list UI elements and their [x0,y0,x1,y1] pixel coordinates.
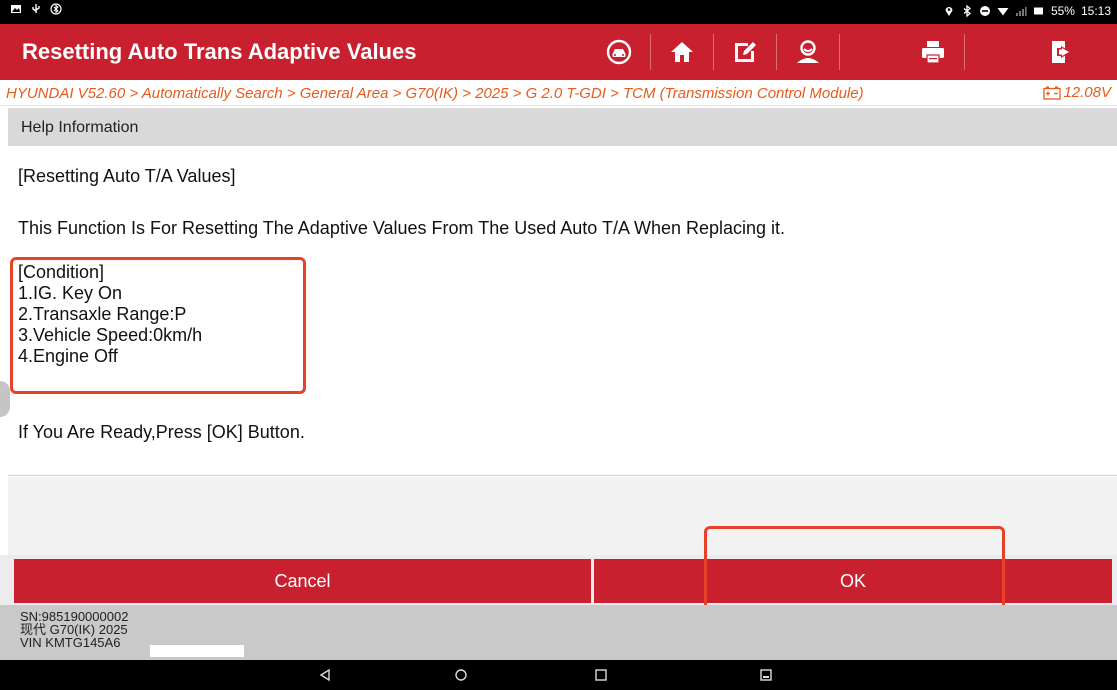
cancel-button[interactable]: Cancel [14,559,591,603]
system-navigation-bar [0,660,1117,690]
status-left-icons [10,3,62,15]
voltage-value: 12.08V [1063,84,1111,101]
do-not-disturb-icon [979,6,990,16]
recents-button[interactable] [590,666,612,684]
help-description: This Function Is For Resetting The Adapt… [18,218,786,238]
print-icon [922,41,944,64]
system-status-bar: 55% 15:13 [0,0,1117,24]
vin-number: VIN KMTG145A6 [20,635,121,650]
exit-button[interactable] [1030,24,1092,80]
car-diagnostic-icon [606,39,632,65]
clock: 15:13 [1080,4,1111,18]
toolbar-divider [839,34,840,70]
help-heading: [Resetting Auto T/A Values] [18,166,236,186]
device-info: SN:985190000002 现代 G70(IK) 2025 VIN KMTG… [0,605,1117,660]
edit-report-button[interactable] [714,24,776,80]
home-icon [671,42,693,62]
exit-icon [1052,41,1071,63]
help-header: Help Information [8,108,1117,146]
battery-voltage: 12.08V [1043,84,1111,101]
car-battery-icon [1043,86,1062,100]
location-icon [945,7,953,16]
bluetooth-icon [963,5,971,17]
circle-home-icon [455,669,467,681]
edit-icon [735,42,756,62]
breadcrumb: HYUNDAI V52.60 > Automatically Search > … [6,85,864,102]
image-notification-icon [11,5,21,13]
home-nav-button[interactable] [450,666,472,684]
help-header-label: Help Information [21,119,139,136]
help-content[interactable]: [Resetting Auto T/A Values] This Functio… [8,146,1117,476]
battery-icon [1033,7,1043,15]
bluetooth-circle-icon [50,3,62,15]
user-icon [797,40,819,63]
screenshot-icon [760,669,772,681]
car-diagnostic-button[interactable] [588,24,650,80]
condition-highlight-box [10,257,306,394]
title-bar: Resetting Auto Trans Adaptive Values [0,24,1117,80]
home-button[interactable] [651,24,713,80]
recents-icon [595,669,607,681]
screenshot-button[interactable] [755,666,777,684]
status-right-icons: 55% 15:13 [943,4,1111,18]
print-button[interactable] [902,24,964,80]
side-drawer-handle[interactable] [0,381,10,417]
wifi-icon [997,8,1009,16]
usb-icon [32,4,40,13]
toolbar-divider [964,34,965,70]
back-icon [319,668,330,682]
help-prompt: If You Are Ready,Press [OK] Button. [18,422,305,442]
vin-redaction [150,645,244,657]
battery-percent: 55% [1050,4,1075,18]
user-button[interactable] [777,24,839,80]
back-button[interactable] [314,666,336,684]
cell-signal-icon [1015,7,1027,16]
breadcrumb-row: HYUNDAI V52.60 > Automatically Search > … [0,80,1117,106]
page-title: Resetting Auto Trans Adaptive Values [22,39,417,64]
